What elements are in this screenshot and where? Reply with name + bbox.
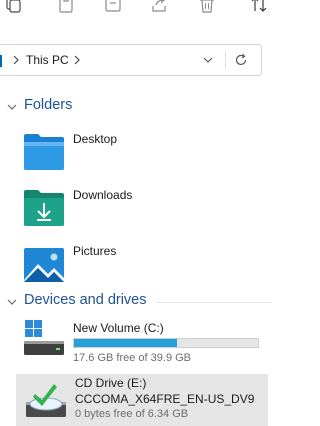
section-divider	[156, 302, 272, 303]
folder-item-downloads[interactable]: Downloads	[14, 188, 272, 238]
folder-label: Pictures	[73, 244, 117, 258]
address-bar[interactable]: This PC	[0, 44, 262, 76]
drive-name: CD Drive (E:)	[75, 376, 147, 390]
folders-section-header[interactable]: Folders	[0, 96, 272, 118]
pictures-folder-icon	[24, 248, 64, 282]
sort-icon[interactable]	[248, 0, 270, 16]
desktop-folder-icon	[24, 134, 64, 170]
address-focus-edge	[0, 55, 2, 67]
section-title-drives: Devices and drives	[24, 292, 147, 308]
section-title-folders: Folders	[24, 97, 73, 113]
windows-drive-icon	[24, 320, 64, 355]
copy-icon[interactable]	[2, 0, 24, 16]
address-divider	[225, 51, 226, 69]
chevron-down-icon[interactable]	[6, 296, 18, 308]
drive-item-c[interactable]: New Volume (C:) 17.6 GB free of 39.9 GB	[14, 318, 266, 366]
breadcrumb[interactable]: This PC	[26, 53, 69, 67]
downloads-folder-icon	[24, 190, 64, 226]
folder-item-pictures[interactable]: Pictures	[14, 244, 272, 294]
storage-usage-fill	[74, 339, 177, 347]
rename-icon[interactable]	[102, 0, 124, 16]
cd-drive-icon	[26, 384, 66, 417]
command-bar	[0, 0, 272, 24]
paste-icon[interactable]	[55, 0, 77, 16]
drive-name: New Volume (C:)	[73, 321, 164, 335]
drive-item-e[interactable]: CD Drive (E:) CCCOMA_X64FRE_EN-US_DV9 0 …	[16, 374, 268, 426]
folder-item-desktop[interactable]: Desktop	[14, 132, 272, 182]
refresh-icon[interactable]	[234, 53, 248, 67]
chevron-right-icon[interactable]	[10, 54, 22, 66]
drive-volume-label: CCCOMA_X64FRE_EN-US_DV9	[75, 392, 255, 406]
breadcrumb-chevron-icon[interactable]	[71, 54, 83, 66]
folder-label: Desktop	[73, 132, 118, 146]
delete-icon[interactable]	[196, 0, 218, 16]
chevron-down-icon[interactable]	[6, 101, 18, 113]
storage-usage-bar	[73, 338, 259, 348]
chevron-down-icon[interactable]	[202, 54, 214, 66]
drive-space-text: 17.6 GB free of 39.9 GB	[73, 352, 192, 364]
folder-label: Downloads	[73, 188, 133, 202]
share-icon[interactable]	[148, 0, 170, 16]
drives-section-header[interactable]: Devices and drives	[0, 291, 272, 313]
drive-space-text: 0 bytes free of 6.34 GB	[75, 408, 189, 420]
